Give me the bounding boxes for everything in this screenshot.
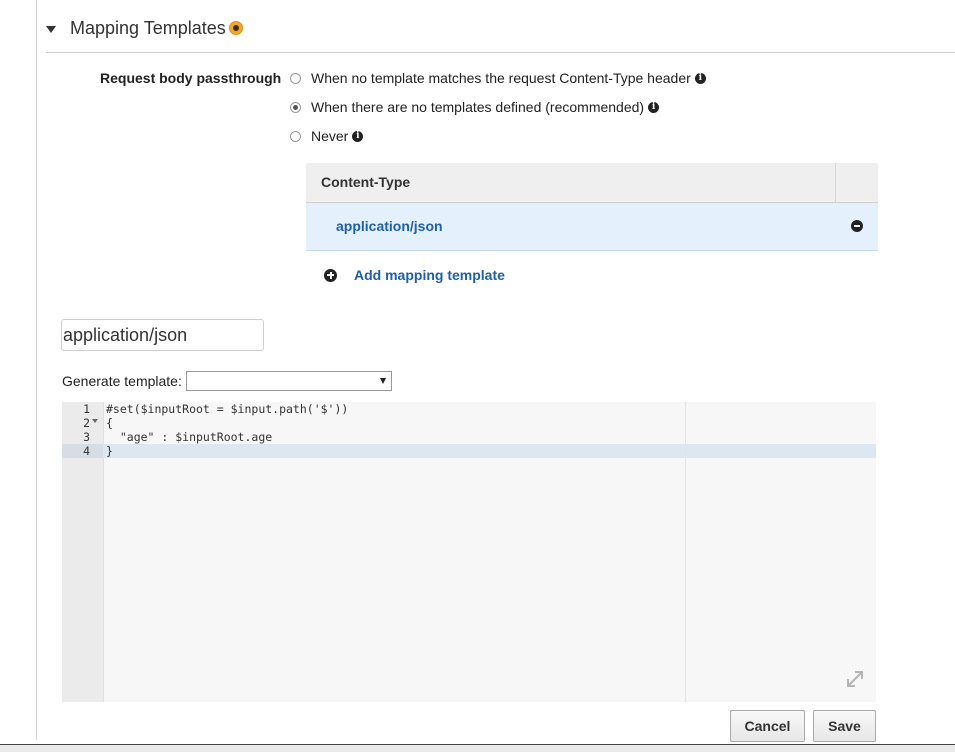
radio-never-label: Never xyxy=(311,128,349,144)
content-type-table-header: Content-Type xyxy=(306,163,878,203)
line-number: 2 xyxy=(83,416,90,430)
section-header: Mapping Templates xyxy=(46,14,955,53)
code-line: } xyxy=(106,444,113,458)
generate-template-select[interactable] xyxy=(186,371,392,391)
radio-no-match[interactable] xyxy=(290,72,301,84)
save-button[interactable]: Save xyxy=(813,710,876,742)
content-type-table: Content-Type application/json xyxy=(306,163,878,251)
passthrough-label: Request body passthrough xyxy=(100,70,282,86)
code-line: { xyxy=(106,416,113,430)
add-mapping-template-label[interactable]: Add mapping template xyxy=(354,267,505,283)
radio-no-match-label: When no template matches the request Con… xyxy=(311,70,691,86)
content-type-row[interactable]: application/json xyxy=(306,203,878,251)
column-separator xyxy=(835,163,836,202)
line-number: 1 xyxy=(83,402,90,416)
collapse-caret-icon[interactable] xyxy=(46,26,56,33)
left-divider xyxy=(36,0,37,740)
fold-arrow-icon[interactable] xyxy=(92,419,98,423)
info-icon[interactable]: i xyxy=(694,72,706,84)
line-number: 3 xyxy=(83,430,90,444)
remove-minus-icon[interactable] xyxy=(851,220,863,232)
content-type-input[interactable] xyxy=(61,319,264,351)
dropdown-arrow-icon xyxy=(380,378,386,384)
section-title: Mapping Templates xyxy=(70,18,226,38)
info-icon[interactable]: i xyxy=(352,130,364,142)
expand-icon[interactable] xyxy=(844,668,866,690)
add-mapping-template-button[interactable]: Add mapping template xyxy=(324,265,505,285)
content-type-column-header: Content-Type xyxy=(321,174,411,190)
active-line-highlight xyxy=(62,444,876,458)
generate-template-label: Generate template: xyxy=(62,373,182,389)
code-editor[interactable]: 1 2 3 4 #set($inputRoot = $input.path('$… xyxy=(62,402,876,702)
radio-no-templates-label: When there are no templates defined (rec… xyxy=(311,99,645,115)
info-icon[interactable]: i xyxy=(648,101,660,113)
print-margin xyxy=(685,402,686,702)
add-plus-icon[interactable] xyxy=(324,268,337,282)
radio-no-templates[interactable] xyxy=(290,101,301,113)
line-number: 4 xyxy=(83,444,90,458)
passthrough-option-no-templates[interactable]: When there are no templates defined (rec… xyxy=(290,97,660,117)
passthrough-option-never[interactable]: Never i xyxy=(290,126,364,146)
radio-never[interactable] xyxy=(290,130,301,142)
passthrough-option-no-match[interactable]: When no template matches the request Con… xyxy=(290,68,706,88)
status-dot-icon xyxy=(229,21,243,35)
code-line: "age" : $inputRoot.age xyxy=(106,430,273,444)
cancel-button[interactable]: Cancel xyxy=(730,710,805,742)
content-type-row-label[interactable]: application/json xyxy=(336,218,443,234)
code-line: #set($inputRoot = $input.path('$')) xyxy=(106,402,349,416)
